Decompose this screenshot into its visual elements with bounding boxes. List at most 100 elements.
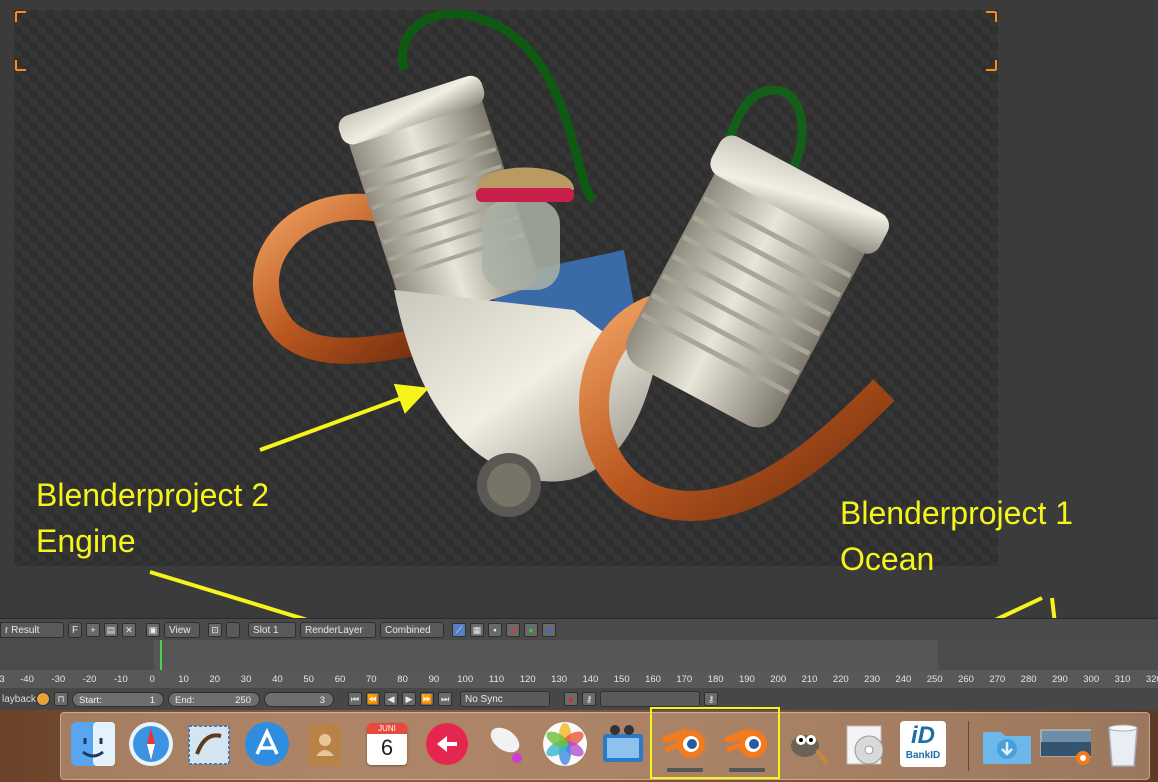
pivot-icon[interactable]: ⊡ [208, 623, 222, 637]
record-icon[interactable]: ● [564, 692, 578, 706]
timeline-tick: -10 [114, 674, 128, 685]
timeline-tick: 120 [519, 674, 536, 685]
annotation-project1-name: Ocean [840, 541, 935, 577]
play-reverse-icon[interactable]: ◀ [384, 692, 398, 706]
timeline-tick: 80 [397, 674, 408, 685]
slot-selector[interactable]: Slot 1 [248, 622, 296, 638]
current-frame-field[interactable]: 3 [264, 691, 334, 707]
calendar-icon[interactable]: JUNI 6 [361, 718, 413, 770]
open-image-icon[interactable]: ▤ [104, 623, 118, 637]
dock: JUNI 6 iD BankID [60, 712, 1150, 780]
keying-set-icon[interactable]: ⚷ [582, 692, 596, 706]
photos-icon[interactable] [539, 718, 591, 770]
render-pass-selector[interactable]: Combined [380, 622, 444, 638]
timeline-tick: 130 [551, 674, 568, 685]
timeline-tick: 110 [488, 674, 505, 685]
contacts-icon[interactable] [299, 718, 351, 770]
timeline-editor[interactable]: 3 -40 -30 -20 -10 0 10 20 30 40 50 60 70 80 90 100 110 1… [0, 640, 1158, 688]
bankid-label: BankID [905, 750, 941, 761]
timeline-tick: 0 [149, 674, 155, 685]
timeline-ruler[interactable]: 3 -40 -30 -20 -10 0 10 20 30 40 50 60 70 80 90 100 110 1… [0, 670, 1158, 688]
timeline-tick: 240 [895, 674, 912, 685]
timeline-tick: 140 [582, 674, 599, 685]
mail-icon[interactable] [183, 718, 235, 770]
timeline-tick: 90 [428, 674, 440, 685]
play-icon[interactable]: ▶ [402, 692, 416, 706]
blue-channel-icon[interactable]: ● [542, 623, 556, 637]
alpha-icon[interactable]: ▦ [470, 623, 484, 637]
next-keyframe-icon[interactable]: ⏩ [420, 692, 434, 706]
jump-start-icon[interactable]: ⏮ [348, 692, 362, 706]
playback-menu[interactable]: layback [2, 694, 36, 705]
timeline-tick: 260 [958, 674, 974, 685]
z-buffer-icon[interactable]: ▪ [488, 623, 502, 637]
timeline-tick: 30 [240, 674, 252, 685]
ocean-screenshot-icon[interactable] [1039, 718, 1091, 770]
sync-mode-selector[interactable]: No Sync [460, 691, 550, 707]
annotation-project2: Blenderproject 2 Engine [36, 472, 269, 564]
annotation-project1: Blenderproject 1 Ocean [840, 490, 1073, 582]
render-layer-selector[interactable]: RenderLayer [300, 622, 376, 638]
timeline-tick: 250 [926, 674, 943, 685]
skitch-icon[interactable] [421, 718, 473, 770]
imovie-icon[interactable] [597, 718, 649, 770]
timeline-tick: 220 [832, 674, 849, 685]
timeline-tick: 20 [209, 674, 221, 685]
lock-icon[interactable]: ⊓ [54, 692, 68, 706]
start-frame-value: 1 [149, 694, 155, 706]
timeline-tick: 200 [770, 674, 787, 685]
fake-user-button[interactable]: F [68, 622, 82, 638]
timeline-tick: -30 [51, 674, 66, 685]
trash-icon[interactable] [1097, 718, 1149, 770]
timeline-out-of-range-left [0, 640, 154, 670]
keying-icon[interactable] [36, 692, 50, 706]
app-store-icon[interactable] [241, 718, 293, 770]
timeline-tick: 10 [178, 674, 189, 685]
fluid-icon[interactable] [479, 718, 531, 770]
timeline-tick: 290 [1051, 674, 1068, 685]
image-editor-viewport[interactable]: Blenderproject 2 Engine Blenderproject 1… [0, 0, 1158, 740]
timeline-tick: 230 [864, 674, 881, 685]
image-name-field[interactable]: r Result [0, 622, 64, 638]
timeline-tick: 190 [738, 674, 755, 685]
prev-keyframe-icon[interactable]: ⏪ [366, 692, 380, 706]
unlink-image-icon[interactable]: ✕ [122, 623, 136, 637]
timeline-tick: 320 [1145, 674, 1158, 685]
finder-icon[interactable] [67, 718, 119, 770]
calendar-day: 6 [380, 735, 394, 760]
view-menu[interactable]: View [164, 622, 200, 638]
timeline-tick: 70 [366, 674, 377, 685]
gimp-icon[interactable] [781, 718, 833, 770]
timeline-tick: 270 [989, 674, 1006, 685]
green-channel-icon[interactable]: ● [524, 623, 538, 637]
timeline-tick: 300 [1083, 674, 1100, 685]
timeline-tick: 40 [272, 674, 283, 685]
annotation-project2-title: Blenderproject 2 [36, 477, 270, 513]
keying-set-field[interactable] [600, 691, 700, 707]
timeline-tick: 280 [1020, 674, 1037, 685]
bankid-icon[interactable]: iD BankID [897, 718, 949, 770]
downloads-folder-icon[interactable] [981, 718, 1033, 770]
blender-instances-highlight [650, 707, 780, 779]
annotation-project2-name: Engine [36, 523, 136, 559]
timeline-tick: 100 [457, 674, 474, 685]
end-frame-value: 250 [235, 694, 251, 706]
pivot-dropdown[interactable] [226, 622, 240, 638]
start-frame-field[interactable]: Start: 1 [72, 691, 164, 707]
timeline-tick: 50 [303, 674, 314, 685]
calendar-month: JUNI [367, 723, 407, 734]
red-channel-icon[interactable]: ● [506, 623, 520, 637]
end-frame-field[interactable]: End: 250 [168, 691, 260, 707]
new-image-icon[interactable]: + [86, 623, 100, 637]
dock-separator [968, 721, 969, 771]
timeline-tick: 210 [801, 674, 818, 685]
insert-keyframe-icon[interactable]: ⚷ [704, 692, 718, 706]
safari-icon[interactable] [125, 718, 177, 770]
timeline-tick: 180 [707, 674, 724, 685]
dvd-player-icon[interactable] [839, 718, 891, 770]
timeline-tick: 3 [0, 674, 5, 685]
editor-type-icon[interactable]: ▣ [146, 623, 160, 637]
color-alpha-icon[interactable]: ⟋ [452, 623, 466, 637]
jump-end-icon[interactable]: ⏭ [438, 692, 452, 706]
end-frame-label: End: [175, 694, 195, 706]
